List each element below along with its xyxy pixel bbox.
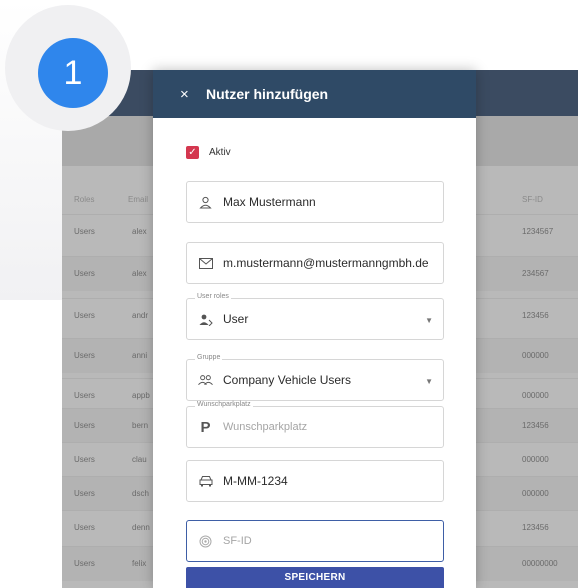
email-field[interactable]: m.mustermann@mustermanngmbh.de	[186, 242, 444, 284]
sf-id-field[interactable]: SF-ID	[186, 520, 444, 562]
car-icon	[198, 474, 213, 489]
user-roles-label: User roles	[195, 293, 231, 300]
user-roles-value: User	[223, 312, 249, 326]
col-roles[interactable]: Roles	[74, 195, 94, 204]
dialog-header: × Nutzer hinzufügen	[153, 70, 476, 118]
add-user-dialog: × Nutzer hinzufügen ✓ Aktiv Max Musterma…	[153, 70, 476, 588]
parking-label: Wunschparkplatz	[195, 401, 253, 408]
parking-icon: P	[200, 418, 211, 436]
chevron-down-icon: ▼	[425, 377, 433, 386]
step-badge-ring: 1	[5, 5, 131, 131]
close-icon[interactable]: ×	[180, 86, 194, 103]
step-badge: 1	[38, 38, 108, 108]
email-value: m.mustermann@mustermanngmbh.de	[223, 256, 429, 270]
group-select[interactable]: Gruppe Company Vehicle Users ▼	[186, 354, 444, 401]
mail-icon	[198, 256, 213, 271]
group-value: Company Vehicle Users	[223, 373, 352, 387]
user-role-icon	[198, 312, 213, 327]
name-value: Max Mustermann	[223, 195, 316, 209]
license-plate-value: M-MM-1234	[223, 474, 288, 488]
chevron-down-icon: ▼	[425, 316, 433, 325]
active-checkbox-row[interactable]: ✓ Aktiv	[186, 146, 231, 159]
active-checkbox[interactable]: ✓	[186, 146, 199, 159]
col-sfid[interactable]: SF-ID	[522, 195, 543, 204]
user-roles-select[interactable]: User roles User ▼	[186, 293, 444, 340]
sf-id-placeholder: SF-ID	[223, 535, 252, 547]
license-plate-field[interactable]: M-MM-1234	[186, 460, 444, 502]
col-email[interactable]: Email	[128, 195, 148, 204]
group-icon	[198, 373, 213, 388]
active-label: Aktiv	[209, 147, 231, 158]
save-button[interactable]: SPEICHERN	[186, 567, 444, 588]
fingerprint-icon	[198, 534, 213, 549]
person-icon	[198, 195, 213, 210]
group-label: Gruppe	[195, 354, 223, 361]
name-field[interactable]: Max Mustermann	[186, 181, 444, 223]
parking-placeholder: Wunschparkplatz	[223, 421, 308, 433]
dialog-title: Nutzer hinzufügen	[206, 86, 329, 102]
parking-field[interactable]: Wunschparkplatz P Wunschparkplatz	[186, 401, 444, 448]
